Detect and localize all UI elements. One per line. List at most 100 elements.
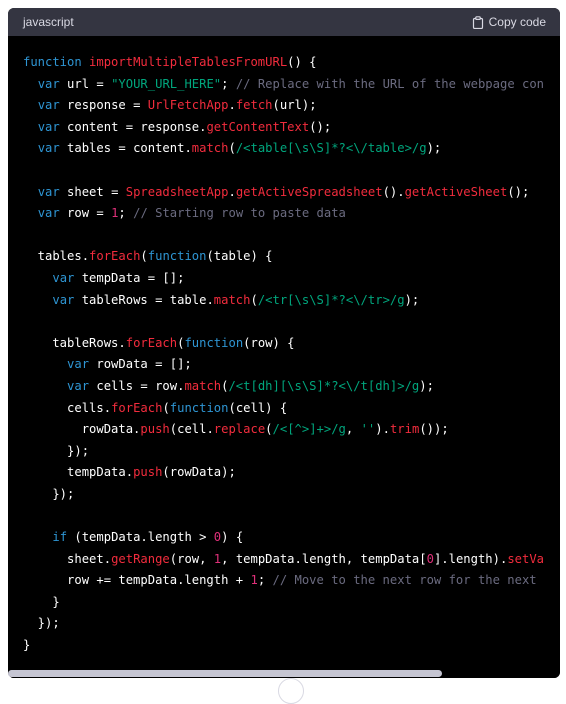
code-token: ( bbox=[265, 422, 273, 437]
scrollbar-thumb[interactable] bbox=[8, 670, 442, 677]
code-line: var row = 1; // Starting row to paste da… bbox=[23, 203, 560, 225]
code-line: var rowData = []; bbox=[23, 354, 560, 376]
code-token: }); bbox=[23, 486, 75, 501]
code-token: tableRows. bbox=[23, 335, 126, 350]
code-token: (). bbox=[382, 184, 405, 199]
code-token: ].length). bbox=[433, 551, 508, 566]
scroll-down-button[interactable] bbox=[278, 678, 304, 704]
code-line: var url = "YOUR_URL_HERE"; // Replace wi… bbox=[23, 74, 560, 96]
code-token: cells. bbox=[23, 400, 112, 415]
code-token: ( bbox=[140, 249, 148, 264]
code-token: trim bbox=[389, 422, 420, 437]
code-token: function bbox=[23, 55, 82, 69]
code-token: forEach bbox=[125, 335, 178, 350]
code-token: tempData = []; bbox=[74, 270, 185, 285]
code-token: importMultipleTablesFromURL bbox=[89, 55, 288, 69]
code-token: ; bbox=[118, 206, 134, 221]
code-token: ); bbox=[426, 141, 442, 156]
code-token: row += tempData.length + bbox=[23, 573, 251, 588]
code-line: }); bbox=[23, 484, 560, 506]
code-line: var content = response.getContentText(); bbox=[23, 117, 560, 139]
copy-code-button[interactable]: Copy code bbox=[472, 15, 546, 29]
code-line: } bbox=[23, 635, 560, 657]
code-token: var bbox=[37, 119, 60, 134]
code-token: SpreadsheetApp bbox=[125, 184, 229, 199]
code-token: ()); bbox=[419, 422, 449, 437]
code-token: (row, bbox=[169, 551, 214, 566]
code-token: // Move to the next row for the next bbox=[272, 573, 537, 588]
code-token: } bbox=[23, 638, 31, 653]
code-token: ( bbox=[162, 400, 170, 415]
language-label: javascript bbox=[23, 15, 74, 29]
code-token: (); bbox=[309, 119, 332, 134]
code-token: var bbox=[37, 141, 60, 156]
code-token: 1 bbox=[250, 573, 258, 588]
code-token: setVa bbox=[507, 551, 544, 566]
code-token: ( bbox=[250, 292, 258, 307]
code-line: tempData.push(rowData); bbox=[23, 462, 560, 484]
code-token: UrlFetchApp bbox=[147, 98, 229, 113]
code-token: }); bbox=[23, 616, 60, 631]
code-line: } bbox=[23, 592, 560, 614]
code-token: /<tr[\s\S]*?<\/tr>/g bbox=[257, 292, 405, 307]
code-token: function bbox=[169, 400, 229, 415]
copy-code-label: Copy code bbox=[488, 15, 546, 29]
code-content: function importMultipleTablesFromURL() {… bbox=[8, 36, 560, 657]
code-line: var cells = row.match(/<t[dh][\s\S]*?<\/… bbox=[23, 376, 560, 398]
code-token: match bbox=[191, 141, 229, 156]
code-token: rowData = []; bbox=[89, 357, 192, 372]
code-line: rowData.push(cell.replace(/<[^>]+>/g, ''… bbox=[23, 419, 560, 441]
code-token: forEach bbox=[111, 400, 163, 415]
code-token: forEach bbox=[89, 249, 141, 264]
code-token: () { bbox=[287, 55, 317, 69]
horizontal-scrollbar[interactable] bbox=[8, 669, 560, 678]
code-token: tableRows = table. bbox=[74, 292, 214, 307]
code-token: sheet = bbox=[59, 184, 126, 199]
code-token: if bbox=[52, 530, 68, 545]
code-token: (cell) { bbox=[228, 400, 288, 415]
code-token: (tempData.length > bbox=[67, 530, 214, 545]
code-line: cells.forEach(function(cell) { bbox=[23, 398, 560, 420]
code-line: }); bbox=[23, 441, 560, 463]
code-block: javascript Copy code function importMult… bbox=[8, 8, 560, 678]
code-token: url = bbox=[59, 76, 112, 91]
code-token: /<t[dh][\s\S]*?<\/t[dh]>/g bbox=[228, 378, 420, 393]
code-token: (table) { bbox=[206, 249, 273, 264]
code-token: row = bbox=[59, 206, 112, 221]
code-token: cells = row. bbox=[89, 378, 185, 393]
code-token: /<[^>]+>/g bbox=[272, 422, 346, 437]
code-line: var tables = content.match(/<table[\s\S]… bbox=[23, 138, 560, 160]
code-token: // Starting row to paste data bbox=[133, 206, 346, 221]
code-scroll-area[interactable]: function importMultipleTablesFromURL() {… bbox=[8, 36, 560, 672]
code-token: (rowData); bbox=[162, 465, 236, 480]
code-token: ); bbox=[419, 378, 434, 393]
code-line: ​ bbox=[23, 160, 560, 182]
code-token: . bbox=[228, 184, 236, 199]
code-token: match bbox=[184, 378, 222, 393]
code-token: }); bbox=[23, 443, 90, 458]
code-token: content = response. bbox=[59, 119, 207, 134]
code-line: row += tempData.length + 1; // Move to t… bbox=[23, 570, 560, 592]
code-line: ​ bbox=[23, 225, 560, 247]
code-token: , bbox=[345, 422, 361, 437]
code-token: sheet. bbox=[23, 551, 112, 566]
code-token: "YOUR_URL_HERE" bbox=[111, 76, 222, 91]
code-token: ) { bbox=[221, 530, 244, 545]
code-token: ; bbox=[257, 573, 273, 588]
code-token: var bbox=[67, 378, 90, 393]
code-token: (row) { bbox=[243, 335, 295, 350]
code-line: var tempData = []; bbox=[23, 268, 560, 290]
code-header: javascript Copy code bbox=[8, 8, 560, 36]
code-token: 0 bbox=[426, 551, 434, 566]
code-token: tables. bbox=[23, 249, 90, 264]
code-token: push bbox=[133, 465, 163, 480]
code-token: ). bbox=[375, 422, 390, 437]
